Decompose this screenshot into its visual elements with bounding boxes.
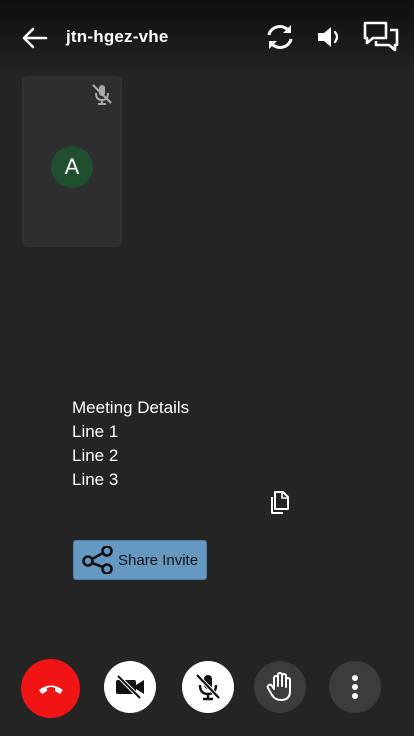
chat-icon xyxy=(363,21,399,52)
meeting-details-line: Line 1 xyxy=(72,422,119,441)
camera-off-icon xyxy=(116,674,144,700)
avatar: A xyxy=(51,146,93,188)
meeting-details-line: Line 3 xyxy=(72,470,119,489)
copy-icon xyxy=(271,491,289,514)
mic-muted-icon xyxy=(92,84,112,105)
end-call-button[interactable] xyxy=(21,659,80,718)
chat-button[interactable] xyxy=(360,18,402,56)
hang-up-icon xyxy=(38,685,63,694)
toggle-mic-button[interactable] xyxy=(182,661,234,713)
participant-tile[interactable]: A xyxy=(22,76,122,247)
meeting-title: jtn-hgez-vhe xyxy=(66,27,169,46)
meeting-details: Meeting Details Line 1 Line 2 Line 3 xyxy=(72,396,189,492)
copy-button[interactable] xyxy=(265,489,293,517)
toggle-camera-button[interactable] xyxy=(104,661,156,713)
back-arrow-icon xyxy=(22,27,48,49)
speaker-button[interactable] xyxy=(312,20,348,54)
meeting-details-line: Line 2 xyxy=(72,446,119,465)
share-invite-button[interactable]: Share Invite xyxy=(73,540,207,580)
meeting-details-heading: Meeting Details xyxy=(72,398,190,417)
speaker-icon xyxy=(318,27,339,47)
meeting-screen: jtn-hgez-vhe A Meeting Details Line 1 Li… xyxy=(0,0,414,736)
switch-camera-button[interactable] xyxy=(262,20,298,54)
raise-hand-button[interactable] xyxy=(254,661,306,713)
back-button[interactable] xyxy=(16,22,52,54)
share-invite-label: Share Invite xyxy=(118,551,199,569)
mic-off-icon xyxy=(195,673,221,701)
share-icon xyxy=(82,546,113,574)
raise-hand-icon xyxy=(266,672,291,701)
more-vertical-icon xyxy=(352,675,358,699)
switch-camera-icon xyxy=(267,25,293,49)
more-options-button[interactable] xyxy=(329,661,381,713)
top-bar: jtn-hgez-vhe xyxy=(0,0,414,76)
